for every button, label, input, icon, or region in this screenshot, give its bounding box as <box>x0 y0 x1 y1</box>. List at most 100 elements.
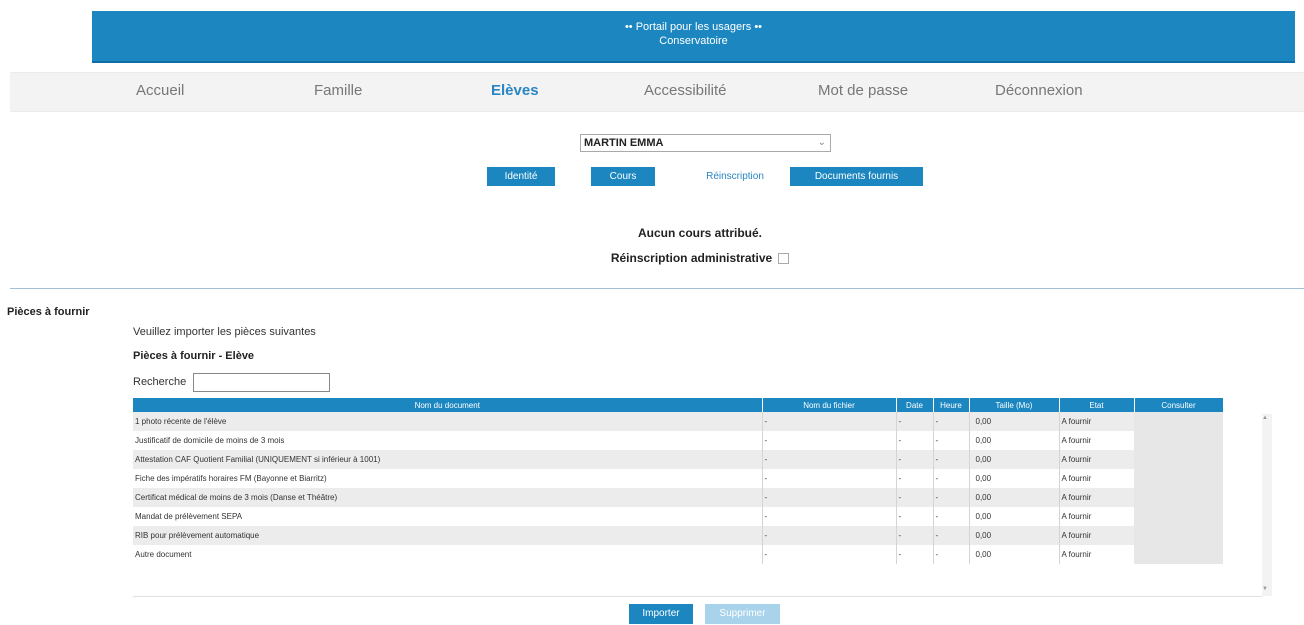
cell-view[interactable] <box>1134 545 1223 564</box>
nav-accueil[interactable]: Accueil <box>136 82 184 99</box>
cell-time: - <box>932 488 969 507</box>
chevron-down-icon: ⌄ <box>817 137 826 148</box>
pieces-subtitle: Pièces à fournir - Elève <box>133 350 255 362</box>
table-row[interactable]: Justificatif de domicile de moins de 3 m… <box>133 431 1223 450</box>
cell-file-name: - <box>761 412 896 431</box>
search-input[interactable] <box>193 373 330 392</box>
table-footer-rule <box>133 596 1262 597</box>
table-row[interactable]: Autre document - - -0,00 A fournir <box>133 545 1223 564</box>
cell-view[interactable] <box>1134 469 1223 488</box>
cell-doc-name: Mandat de prélèvement SEPA <box>133 507 762 526</box>
table-row[interactable]: Certificat médical de moins de 3 mois (D… <box>133 488 1223 507</box>
cell-status: A fournir <box>1058 488 1134 507</box>
portal-title: •• Portail pour les usagers •• <box>624 21 763 33</box>
student-select-value: MARTIN EMMA <box>584 137 664 149</box>
cell-view[interactable] <box>1134 507 1223 526</box>
cell-file-name: - <box>761 526 896 545</box>
cell-file-name: - <box>761 431 896 450</box>
cell-time: - <box>932 507 969 526</box>
header-doc-name[interactable]: Nom du document <box>133 398 763 412</box>
cell-status: A fournir <box>1058 412 1134 431</box>
header-status[interactable]: Etat <box>1059 398 1135 412</box>
cell-file-name: - <box>761 450 896 469</box>
cell-file-name: - <box>761 469 896 488</box>
header-date[interactable]: Date <box>896 398 934 412</box>
cell-date: - <box>895 431 933 450</box>
tab-reinscription[interactable]: Réinscription <box>692 167 778 186</box>
cell-size: 0,00 <box>968 431 1059 450</box>
cell-file-name: - <box>761 507 896 526</box>
cell-view[interactable] <box>1134 526 1223 545</box>
cell-doc-name: RIB pour prélèvement automatique <box>133 526 762 545</box>
tab-cours[interactable]: Cours <box>591 167 655 186</box>
table-row[interactable]: 1 photo récente de l'élève - - -0,00 A fourn… <box>133 412 1223 431</box>
nav-famille[interactable]: Famille <box>314 82 362 99</box>
cell-size: 0,00 <box>968 507 1059 526</box>
cell-doc-name: Justificatif de domicile de moins de 3 m… <box>133 431 762 450</box>
cell-status: A fournir <box>1058 545 1134 564</box>
cell-status: A fournir <box>1058 507 1134 526</box>
cell-date: - <box>895 488 933 507</box>
cell-view[interactable] <box>1134 450 1223 469</box>
main-nav: Accueil Famille Elèves Accessibilité Mot… <box>10 72 1304 112</box>
search-label: Recherche <box>133 376 187 388</box>
header-file-name[interactable]: Nom du fichier <box>762 398 897 412</box>
scroll-down-icon[interactable]: ▼ <box>1262 586 1268 592</box>
header-view[interactable]: Consulter <box>1134 398 1224 412</box>
cell-time: - <box>932 526 969 545</box>
section-label: Pièces à fournir <box>7 306 90 318</box>
cell-time: - <box>932 412 969 431</box>
import-button[interactable]: Importer <box>629 604 693 624</box>
table-row[interactable]: RIB pour prélèvement automatique - - -0,00 A… <box>133 526 1223 545</box>
cell-time: - <box>932 431 969 450</box>
cell-view[interactable] <box>1134 412 1223 431</box>
table-row[interactable]: Attestation CAF Quotient Familial (UNIQU… <box>133 450 1223 469</box>
cell-date: - <box>895 526 933 545</box>
cell-status: A fournir <box>1058 431 1134 450</box>
nav-eleves[interactable]: Elèves <box>491 82 539 99</box>
cell-size: 0,00 <box>968 412 1059 431</box>
table-row[interactable]: Fiche des impératifs horaires FM (Bayonn… <box>133 469 1223 488</box>
cell-size: 0,00 <box>968 526 1059 545</box>
cell-size: 0,00 <box>968 488 1059 507</box>
reinscription-label: Réinscription administrative <box>610 251 773 265</box>
documents-table: Nom du document Nom du fichier Date Heur… <box>133 398 1224 564</box>
tab-identite[interactable]: Identité <box>487 167 555 186</box>
nav-accessibilite[interactable]: Accessibilité <box>644 82 727 99</box>
cell-size: 0,00 <box>968 545 1059 564</box>
table-scrollbar[interactable] <box>1262 414 1272 596</box>
reinscription-row: Réinscription administrative <box>500 251 900 265</box>
cell-view[interactable] <box>1134 488 1223 507</box>
cell-doc-name: Certificat médical de moins de 3 mois (D… <box>133 488 762 507</box>
cell-file-name: - <box>761 545 896 564</box>
student-select[interactable]: MARTIN EMMA ⌄ <box>580 134 831 152</box>
cell-view[interactable] <box>1134 431 1223 450</box>
cell-date: - <box>895 507 933 526</box>
cell-time: - <box>932 545 969 564</box>
cell-date: - <box>895 545 933 564</box>
reinscription-checkbox[interactable] <box>778 253 790 265</box>
scroll-up-icon[interactable]: ▲ <box>1262 415 1268 421</box>
delete-button[interactable]: Supprimer <box>705 604 780 624</box>
cell-doc-name: Attestation CAF Quotient Familial (UNIQU… <box>133 450 762 469</box>
cell-file-name: - <box>761 488 896 507</box>
cell-time: - <box>932 469 969 488</box>
cell-doc-name: 1 photo récente de l'élève <box>133 412 762 431</box>
nav-deconnexion[interactable]: Déconnexion <box>995 82 1083 99</box>
cell-time: - <box>932 450 969 469</box>
cell-doc-name: Fiche des impératifs horaires FM (Bayonn… <box>133 469 762 488</box>
cell-size: 0,00 <box>968 450 1059 469</box>
header-size[interactable]: Taille (Mo) <box>969 398 1060 412</box>
cell-status: A fournir <box>1058 469 1134 488</box>
cell-doc-name: Autre document <box>133 545 762 564</box>
portal-subtitle: Conservatoire <box>659 35 728 47</box>
nav-mot-de-passe[interactable]: Mot de passe <box>818 82 908 99</box>
no-course-message: Aucun cours attribué. <box>637 226 762 240</box>
tab-documents-fournis[interactable]: Documents fournis <box>790 167 923 186</box>
header-time[interactable]: Heure <box>933 398 970 412</box>
table-row[interactable]: Mandat de prélèvement SEPA - - -0,00 A fourn… <box>133 507 1223 526</box>
instruction-text: Veuillez importer les pièces suivantes <box>133 326 316 338</box>
section-divider <box>10 288 1304 289</box>
table-header-row: Nom du document Nom du fichier Date Heur… <box>133 398 1224 412</box>
cell-status: A fournir <box>1058 450 1134 469</box>
